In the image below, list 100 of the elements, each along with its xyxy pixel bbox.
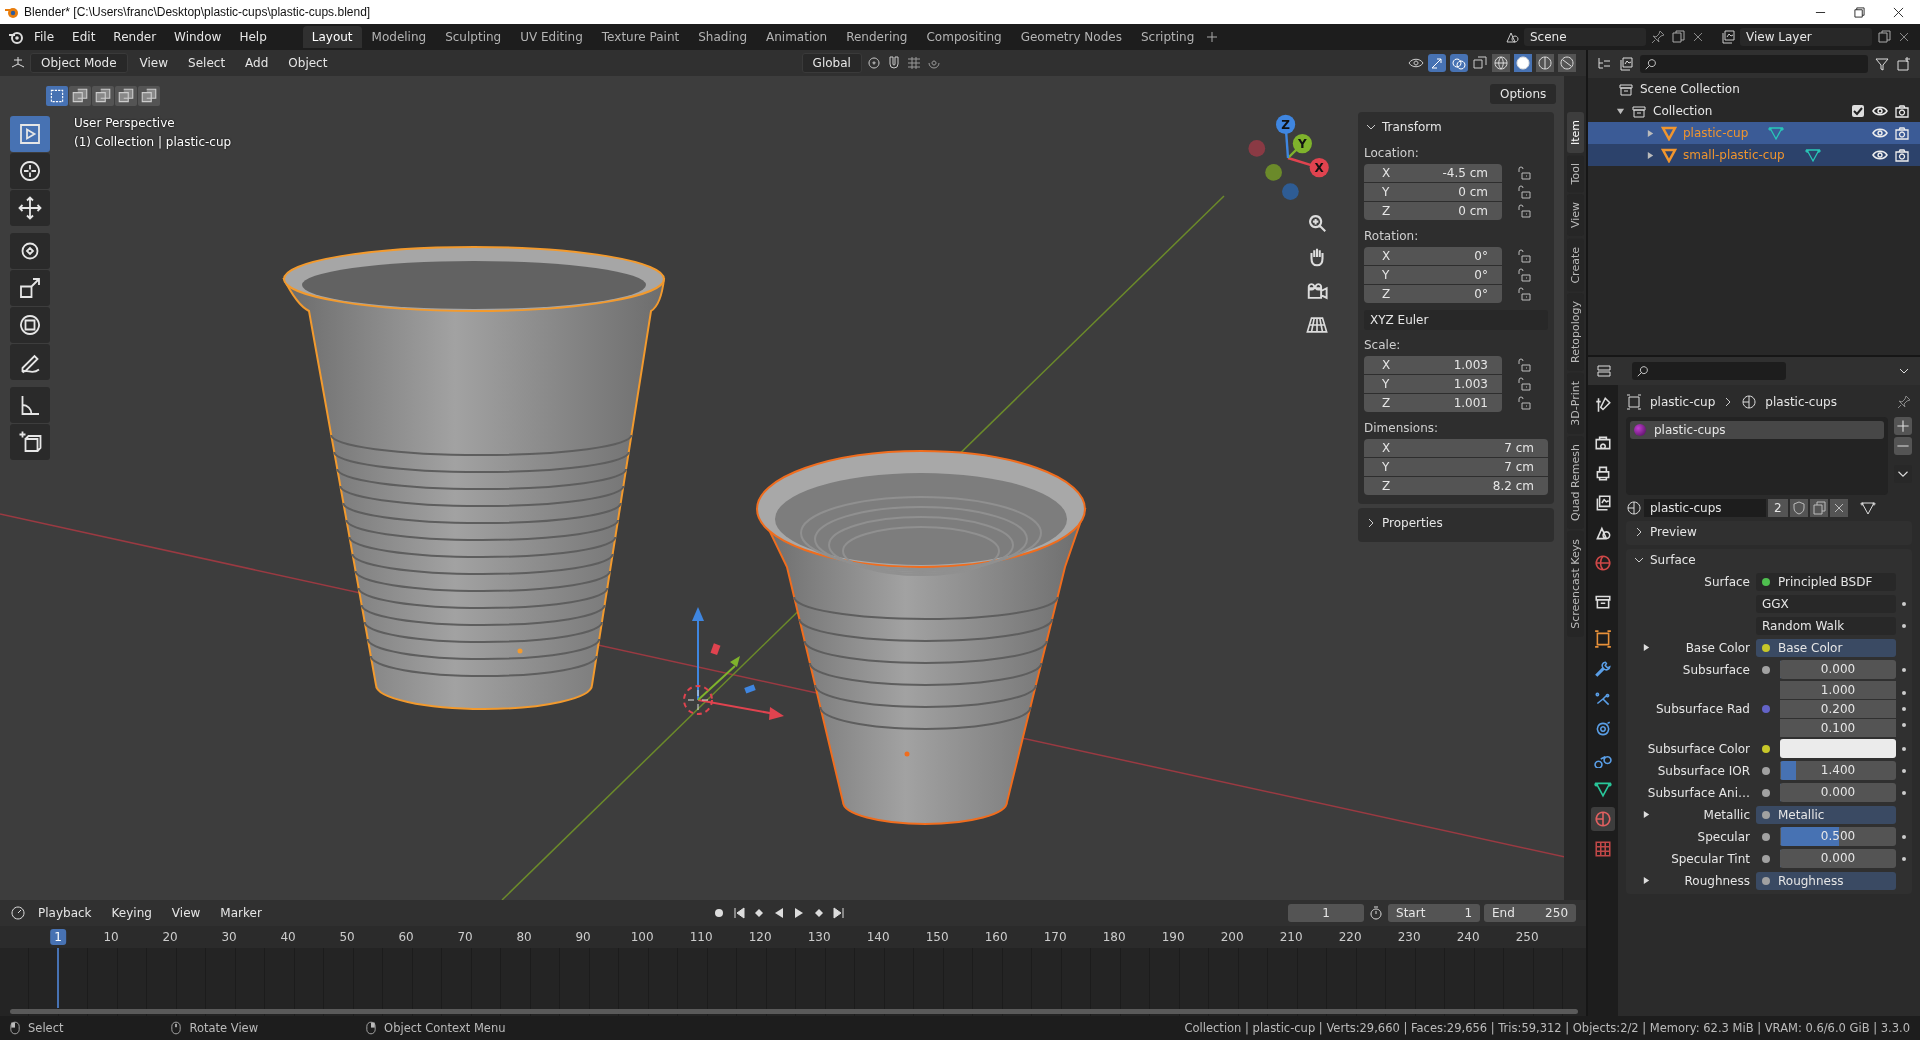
keyframe-dot[interactable]	[1902, 601, 1906, 606]
menu-item[interactable]: Keying	[103, 904, 160, 922]
workspace-tab[interactable]: UV Editing	[511, 26, 592, 48]
disclosure-icon[interactable]	[1646, 128, 1655, 138]
number-field[interactable]: X 1.003	[1364, 356, 1502, 374]
menu-item[interactable]: Add	[237, 54, 277, 72]
workspace-tab[interactable]: Animation	[757, 26, 837, 48]
menu-item[interactable]: Playback	[30, 904, 100, 922]
tool-button[interactable]	[10, 233, 50, 269]
workspace-tab[interactable]: Layout	[302, 26, 362, 48]
tool-button[interactable]	[10, 387, 50, 423]
options-dropdown[interactable]: Options	[1490, 84, 1557, 104]
add-icon[interactable]	[1894, 417, 1912, 435]
sidebar-tab[interactable]: View	[1566, 194, 1584, 237]
material-name-field[interactable]: plastic-cups	[1644, 499, 1766, 517]
value-slider[interactable]: 1.400	[1780, 761, 1896, 780]
number-field[interactable]: X -4.5 cm	[1364, 164, 1502, 182]
shading-mode-icon[interactable]	[1558, 54, 1576, 72]
selection-mode-icon[interactable]	[46, 86, 68, 106]
keyframe-dot[interactable]	[1902, 691, 1906, 695]
menu-item[interactable]: Object	[280, 54, 336, 72]
menu-item[interactable]: Help	[231, 28, 275, 46]
color-swatch[interactable]	[1780, 739, 1896, 758]
mesh-data-icon[interactable]	[1859, 500, 1876, 516]
view-layer-field[interactable]: View Layer	[1740, 28, 1872, 46]
socket-dot[interactable]	[1762, 832, 1770, 841]
search-field[interactable]	[1632, 362, 1786, 380]
tree-item[interactable]: Scene Collection	[1640, 82, 1740, 96]
lock-icon[interactable]	[1516, 357, 1532, 374]
keyframe-dot[interactable]	[1902, 856, 1906, 861]
view-layer-icon[interactable]	[1720, 29, 1736, 45]
frame-number[interactable]: 1	[50, 929, 66, 945]
number-field[interactable]: Y 1.003	[1364, 375, 1502, 393]
workspace-tab[interactable]: Texture Paint	[592, 26, 689, 48]
search-field[interactable]	[1640, 55, 1868, 73]
selection-mode-icon[interactable]	[115, 86, 137, 106]
workspace-tab[interactable]: Geometry Nodes	[1011, 26, 1131, 48]
xray-icon[interactable]	[1472, 55, 1488, 71]
shield-icon[interactable]	[1789, 499, 1808, 517]
lock-icon[interactable]	[1516, 286, 1532, 303]
tree-item[interactable]: Collection	[1653, 104, 1713, 118]
panel-title[interactable]: Properties	[1382, 516, 1443, 530]
panel-title[interactable]: Preview	[1650, 525, 1697, 539]
new-scene-icon[interactable]	[1670, 29, 1686, 45]
tool-button[interactable]	[10, 344, 50, 380]
overlay-toggle-icon[interactable]	[1450, 54, 1468, 72]
socket-dot[interactable]	[1762, 665, 1770, 674]
tool-button[interactable]	[10, 270, 50, 306]
close-icon[interactable]	[1829, 499, 1848, 517]
keyframe-dot[interactable]	[1902, 790, 1906, 795]
keyframe-dot[interactable]	[1902, 768, 1906, 773]
expand-icon[interactable]	[1642, 810, 1651, 819]
tool-button[interactable]	[10, 424, 50, 460]
shading-mode-icon[interactable]	[1536, 54, 1554, 72]
snap-grid-icon[interactable]	[905, 55, 922, 71]
gizmo-toggle-icon[interactable]	[1428, 54, 1446, 72]
filter-icon[interactable]	[1874, 56, 1890, 72]
display-mode-icon[interactable]	[1596, 56, 1612, 72]
number-field[interactable]: Y 7 cm	[1364, 458, 1548, 476]
close-icon[interactable]	[1893, 6, 1904, 18]
socket-dot[interactable]	[1762, 854, 1770, 863]
keyframe-dot[interactable]	[1902, 723, 1906, 727]
socket-dot[interactable]	[1762, 788, 1770, 797]
number-field[interactable]: 1.000	[1780, 681, 1896, 699]
shader-field[interactable]: Principled BSDF	[1756, 572, 1896, 591]
socket-dot[interactable]	[1762, 766, 1770, 775]
dropdown[interactable]: Random Walk	[1756, 616, 1896, 635]
number-field[interactable]: 0.200	[1780, 700, 1896, 718]
lock-icon[interactable]	[1516, 248, 1532, 265]
linked-input-field[interactable]: Metallic	[1756, 805, 1896, 824]
grid-icon[interactable]	[1306, 314, 1328, 336]
shading-mode-icon[interactable]	[1492, 54, 1510, 72]
workspace-tab[interactable]: Modeling	[362, 26, 436, 48]
disclosure-icon[interactable]	[1616, 106, 1625, 116]
remove-icon[interactable]	[1894, 437, 1912, 455]
duplicate-icon[interactable]	[1809, 499, 1828, 517]
panel-title[interactable]: Surface	[1650, 553, 1696, 567]
restore-icon[interactable]	[1854, 6, 1865, 18]
lock-icon[interactable]	[1516, 165, 1532, 182]
keyframe-dot[interactable]	[1902, 623, 1906, 628]
number-field[interactable]: Z 0 cm	[1364, 202, 1502, 220]
orientation-dropdown[interactable]: Global	[801, 53, 862, 73]
socket-dot[interactable]	[1762, 705, 1770, 713]
number-field[interactable]: 0.100	[1780, 719, 1896, 737]
selection-mode-icon[interactable]	[138, 86, 160, 106]
lock-icon[interactable]	[1516, 395, 1532, 412]
editor-type-icon[interactable]	[1596, 363, 1612, 379]
sidebar-tab[interactable]: Tool	[1566, 155, 1584, 193]
linked-input-field[interactable]: Roughness	[1756, 871, 1896, 890]
value-slider[interactable]: 0.000	[1780, 660, 1896, 679]
tool-button[interactable]	[10, 307, 50, 343]
menu-item[interactable]: View	[163, 904, 209, 922]
dropdown[interactable]: GGX	[1756, 594, 1896, 613]
panel-title[interactable]: Transform	[1382, 120, 1442, 134]
tree-row[interactable]: small-plastic-cup	[1588, 144, 1920, 166]
camera-icon[interactable]	[1894, 125, 1910, 141]
workspace-tab[interactable]: Rendering	[837, 26, 917, 48]
linked-input-field[interactable]: Base Color	[1756, 638, 1896, 657]
end-frame-field[interactable]: End 250	[1484, 904, 1576, 922]
new-layer-icon[interactable]	[1876, 29, 1892, 45]
